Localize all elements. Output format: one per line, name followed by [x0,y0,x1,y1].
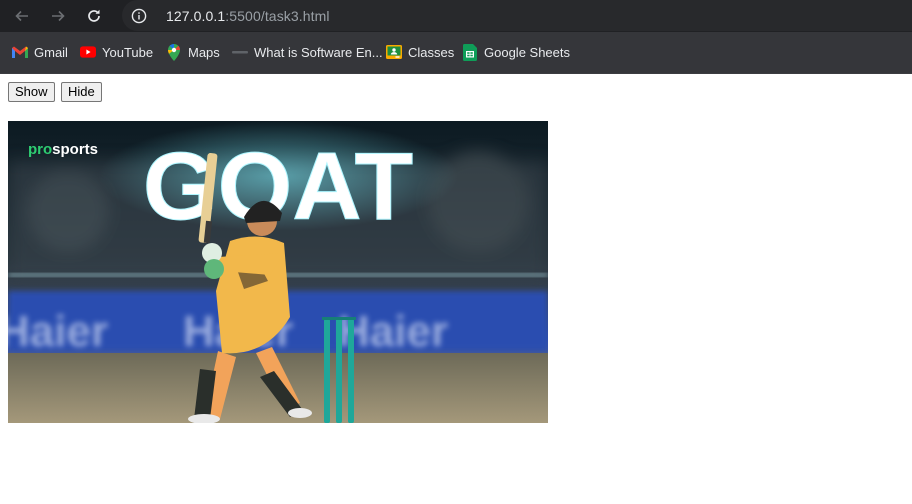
classes-icon [386,44,402,60]
cricket-poster: Haier Haier Haier GOAT prosports [8,121,548,423]
bookmark-classes[interactable]: Classes [386,43,454,61]
gmail-icon [12,44,28,60]
sponsor-board-text: Haier [8,307,108,356]
sponsor-board-text: Haier [338,307,448,356]
url-text: 127.0.0.1:5500/task3.html [166,8,330,24]
bookmark-label: Maps [188,44,220,60]
bookmark-label: YouTube [102,44,154,60]
bookmark-label: Gmail [34,44,68,60]
bookmark-icon [232,44,248,60]
show-button[interactable]: Show [8,82,55,102]
bookmark-label: What is Software En... [254,44,383,60]
bookmark-youtube[interactable]: YouTube [80,43,153,61]
bookmark-label: Classes [408,44,455,60]
forward-button[interactable] [46,4,70,28]
goat-image: Haier Haier Haier GOAT prosports [8,121,548,423]
site-info-icon[interactable] [130,7,148,25]
sheets-icon [462,43,478,61]
arrow-left-icon [15,10,28,22]
goat-headline: GOAT [143,133,413,240]
bookmark-label: Google Sheets [484,44,571,60]
bookmark-software-engineering[interactable]: What is Software En... [232,43,383,61]
youtube-icon [80,44,96,60]
hide-button[interactable]: Hide [61,82,102,102]
stumps [322,317,356,423]
address-bar[interactable]: 127.0.0.1:5500/task3.html [122,0,912,31]
maps-icon [166,43,182,61]
browser-toolbar: 127.0.0.1:5500/task3.html [0,0,912,32]
brand-pro: pro [28,141,52,158]
arrow-right-icon [52,10,65,22]
bookmarks-bar: Gmail YouTube Maps What is Software En..… [0,32,912,74]
reload-icon [88,9,100,22]
back-button[interactable] [10,4,34,28]
url-path: :5500/task3.html [225,7,330,24]
prosports-logo: prosports [28,141,98,158]
bookmark-gmail[interactable]: Gmail [12,43,68,61]
bookmark-google-sheets[interactable]: Google Sheets [462,43,570,61]
bookmark-maps[interactable]: Maps [166,43,220,61]
reload-button[interactable] [82,4,106,28]
brand-sports: sports [52,141,98,158]
url-host: 127.0.0.1 [166,7,226,24]
